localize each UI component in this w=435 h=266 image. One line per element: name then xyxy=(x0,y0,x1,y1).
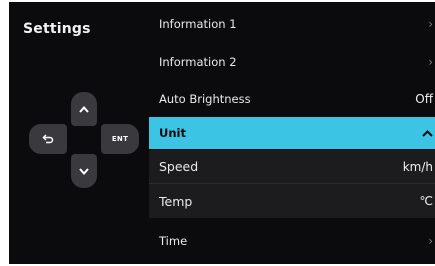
settings-panel: Settings ENT Information 1 › Information… xyxy=(9,2,435,264)
auto-brightness-value: Off xyxy=(415,92,433,106)
menu-item-time[interactable]: Time › xyxy=(149,226,435,256)
menu-item-label: Time xyxy=(159,234,188,248)
menu-item-auto-brightness[interactable]: Auto Brightness Off xyxy=(149,84,435,114)
menu-item-label: Information 2 xyxy=(159,55,237,69)
chevron-down-icon xyxy=(79,167,89,175)
menu-item-information-1[interactable]: Information 1 › xyxy=(149,9,435,39)
chevron-right-icon: › xyxy=(428,234,433,248)
dpad-up-button[interactable] xyxy=(71,92,97,126)
dpad-control: ENT xyxy=(29,92,141,196)
chevron-up-icon xyxy=(79,105,89,113)
menu-item-label: Information 1 xyxy=(159,17,237,31)
dpad-back-button[interactable] xyxy=(29,124,67,154)
chevron-right-icon: › xyxy=(428,55,433,69)
screen: Settings ENT Information 1 › Information… xyxy=(0,0,435,266)
menu-item-information-2[interactable]: Information 2 › xyxy=(149,47,435,77)
menu-item-label: Speed xyxy=(159,159,199,174)
chevron-up-icon xyxy=(422,126,433,141)
menu-item-unit[interactable]: Unit xyxy=(149,117,435,149)
page-title: Settings xyxy=(23,21,91,37)
enter-label: ENT xyxy=(111,135,129,143)
menu-item-label: Temp xyxy=(159,193,193,209)
dpad-down-button[interactable] xyxy=(71,154,97,188)
temp-unit-value: ℃ xyxy=(419,194,433,208)
menu-subitem-temp[interactable]: Temp ℃ xyxy=(149,184,435,218)
chevron-right-icon: › xyxy=(428,17,433,31)
return-arrow-icon xyxy=(42,134,54,144)
dpad-enter-button[interactable]: ENT xyxy=(101,124,139,154)
menu-item-label: Auto Brightness xyxy=(159,92,251,106)
menu-subitem-speed[interactable]: Speed km/h xyxy=(149,150,435,183)
settings-menu: Information 1 › Information 2 › Auto Bri… xyxy=(149,2,435,264)
menu-item-label: Unit xyxy=(159,126,186,140)
speed-unit-value: km/h xyxy=(402,159,433,174)
